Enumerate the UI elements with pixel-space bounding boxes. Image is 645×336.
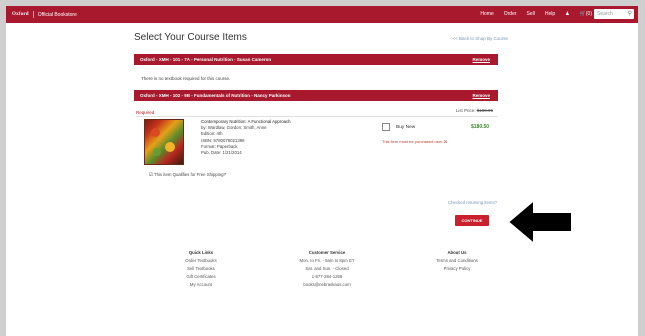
- main-nav: Home Order Sell Help ♟ 🛒(0): [480, 11, 592, 17]
- footer-phone[interactable]: 1-877-284-1266: [282, 273, 372, 281]
- book-cover-image[interactable]: [144, 119, 184, 165]
- top-navigation-bar: Oxford Official Bookstore Home Order Sel…: [6, 6, 638, 23]
- returning-items-link[interactable]: Checked returning items?: [448, 200, 497, 205]
- continue-button[interactable]: CONTINUE: [455, 215, 489, 226]
- buy-new-price: $180.50: [471, 124, 490, 130]
- remove-course-button[interactable]: Remove: [472, 93, 490, 98]
- logo[interactable]: Oxford: [12, 12, 29, 17]
- footer-heading: About Us: [447, 250, 467, 255]
- course-title: Oxford - XMH - 101 - 7A - Personal Nutri…: [140, 57, 272, 62]
- required-label: Required: [136, 110, 155, 115]
- footer-text: Sat. and Sun. - Closed: [305, 266, 349, 271]
- footer-link[interactable]: Sell Textbooks: [166, 265, 236, 273]
- brand[interactable]: Oxford Official Bookstore: [12, 11, 77, 18]
- cart-count: (0): [585, 11, 592, 17]
- footer-email[interactable]: books@nebraskaus.com: [282, 281, 372, 289]
- no-textbook-note: There is no textbook required for this c…: [141, 76, 231, 81]
- course-header-1: Oxford - XMH - 101 - 7A - Personal Nutri…: [134, 54, 498, 65]
- remove-course-button[interactable]: Remove: [472, 57, 490, 62]
- course-title: Oxford - XMH - 102 - 9B - Fundamentals o…: [140, 93, 291, 98]
- footer-link[interactable]: Terms and Conditions: [422, 257, 492, 265]
- footer-about-us: About Us Terms and Conditions Privacy Po…: [422, 249, 492, 273]
- nav-sell[interactable]: Sell: [527, 11, 535, 17]
- page-title: Select Your Course Items: [134, 32, 247, 43]
- nav-order[interactable]: Order: [504, 11, 517, 17]
- checkmark-icon: ☑: [149, 172, 153, 177]
- course-header-2: Oxford - XMH - 102 - 9B - Fundamentals o…: [134, 90, 498, 101]
- cart-button[interactable]: 🛒(0): [580, 11, 592, 17]
- page-frame: Oxford Official Bookstore Home Order Sel…: [6, 6, 638, 336]
- user-icon[interactable]: ♟: [565, 11, 569, 17]
- purchase-new-note: This item must be purchased new. ☒: [382, 139, 448, 144]
- footer-link[interactable]: Order Textbooks: [166, 257, 236, 265]
- book-pub-date: Pub. Date: 1/21/2014: [201, 150, 242, 156]
- nav-help[interactable]: Help: [545, 11, 555, 17]
- book-details: Contemporary Nutrition: A Functional App…: [201, 119, 291, 156]
- divider: [136, 116, 498, 117]
- footer-quick-links: Quick Links Order Textbooks Sell Textboo…: [166, 249, 236, 289]
- buy-new-label: Buy New: [396, 124, 416, 130]
- buy-new-option[interactable]: Buy New: [382, 123, 415, 131]
- footer-heading: Quick Links: [188, 250, 214, 255]
- free-shipping-text: This item Qualifies for Free Shipping!*: [153, 172, 227, 177]
- search-placeholder: Search: [597, 11, 613, 17]
- footer-link[interactable]: Gift Certificates: [166, 273, 236, 281]
- footer-link[interactable]: Privacy Policy: [422, 265, 492, 273]
- search-icon[interactable]: ⚲: [628, 10, 632, 17]
- divider: [32, 11, 34, 18]
- list-price-value: $189.95: [476, 108, 493, 113]
- list-price-label: List Price:: [455, 108, 476, 113]
- buy-new-checkbox[interactable]: [382, 123, 390, 131]
- nav-home[interactable]: Home: [480, 11, 493, 17]
- back-to-shop-link[interactable]: << Back to Shop By Course: [452, 36, 508, 41]
- pointer-arrow-icon: [506, 197, 573, 247]
- footer-text: Mon. to Fri. - 9am to 8pm ET: [299, 258, 355, 263]
- footer-customer-service: Customer Service Mon. to Fri. - 9am to 8…: [282, 249, 372, 289]
- list-price: List Price: $189.95: [456, 108, 493, 113]
- brand-subtitle: Official Bookstore: [37, 11, 77, 18]
- free-shipping-note: ☑ This item Qualifies for Free Shipping!…: [149, 172, 226, 178]
- footer-heading: Customer Service: [308, 250, 346, 255]
- search-input[interactable]: Search ⚲: [594, 9, 634, 19]
- footer-link[interactable]: My Account: [166, 281, 236, 289]
